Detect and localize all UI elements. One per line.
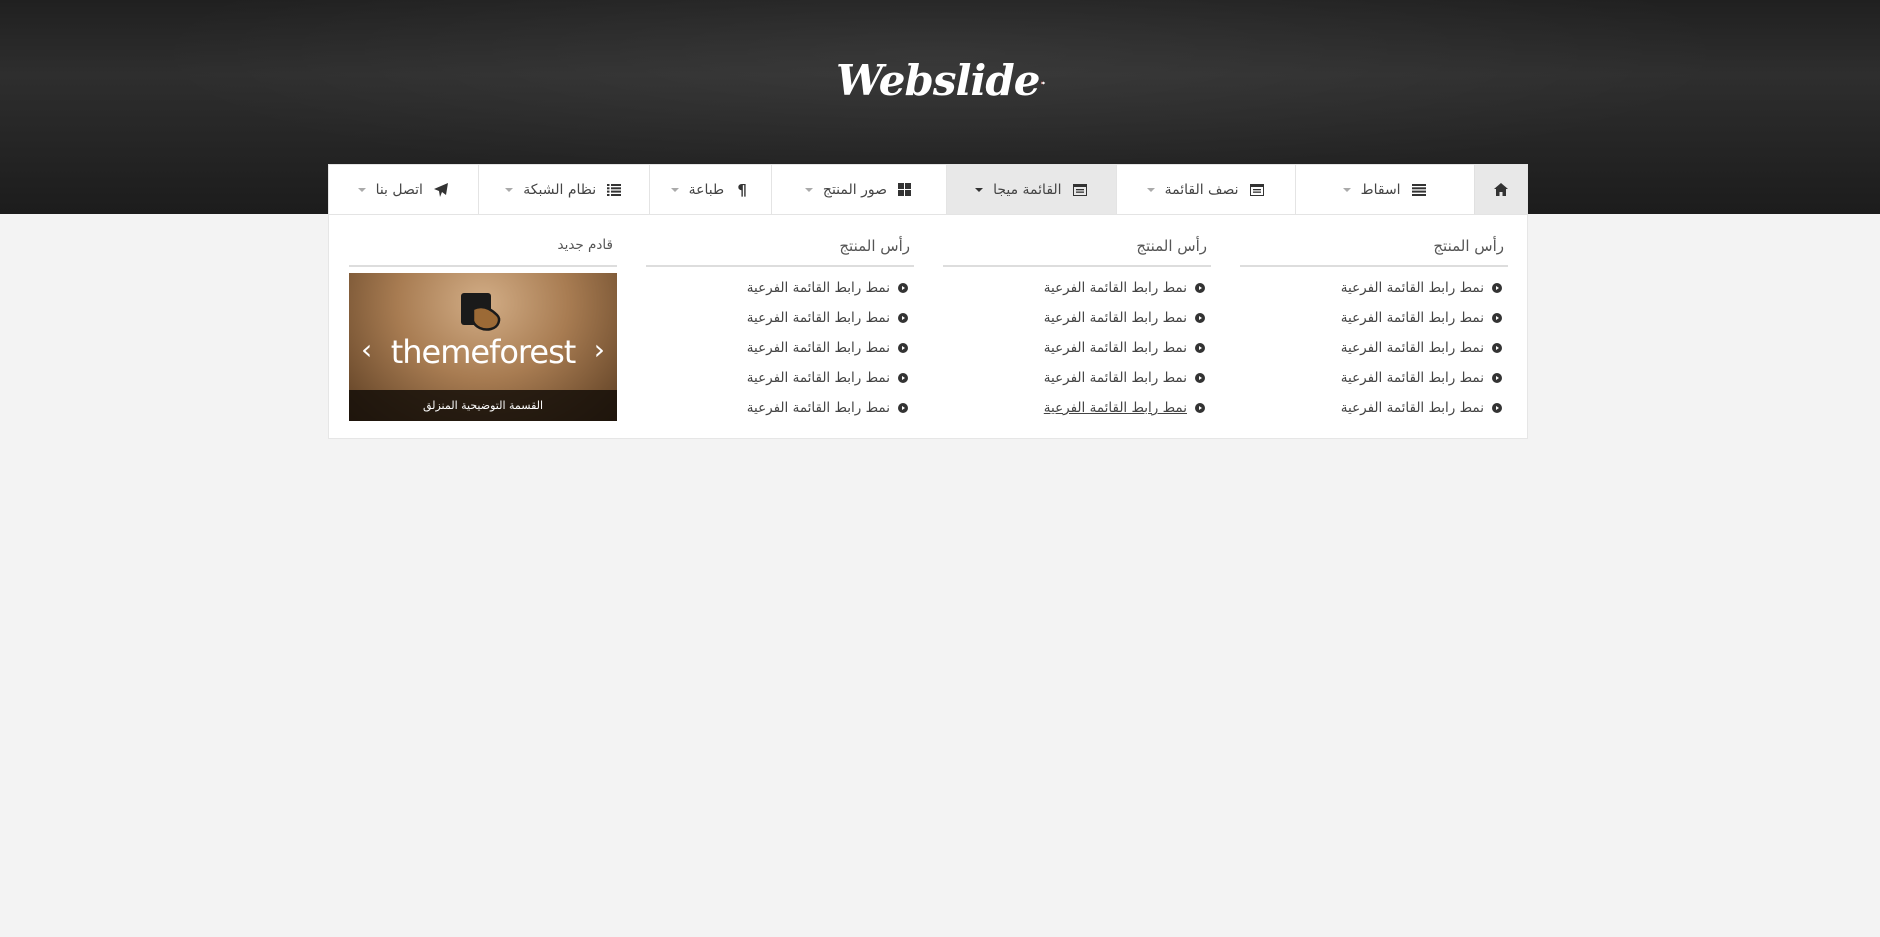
arrow-circle-icon xyxy=(1492,343,1502,353)
chevron-down-icon xyxy=(1146,187,1155,192)
mega-column: رأس المنتج نمط رابط القائمة الفرعية نمط … xyxy=(1240,237,1508,423)
arrow-circle-icon xyxy=(898,283,908,293)
column-title: رأس المنتج xyxy=(646,237,914,267)
submenu-link[interactable]: نمط رابط القائمة الفرعية xyxy=(943,363,1211,393)
submenu-link-text: نمط رابط القائمة الفرعية xyxy=(1340,400,1484,416)
mega-menu-panel: رأس المنتج نمط رابط القائمة الفرعية نمط … xyxy=(328,215,1528,439)
chevron-down-icon xyxy=(505,187,514,192)
submenu-link-text: نمط رابط القائمة الفرعية xyxy=(1043,280,1187,296)
submenu-link[interactable]: نمط رابط القائمة الفرعية xyxy=(1240,363,1508,393)
featured-banner-slider[interactable]: themeforest ‹ › القسمة التوضيحية المنزلق xyxy=(349,273,617,421)
arrow-circle-icon xyxy=(1195,373,1205,383)
submenu-link-text: نمط رابط القائمة الفرعية xyxy=(746,340,890,356)
brand-logo[interactable]: Webslide xyxy=(836,50,1046,110)
slider-caption: القسمة التوضيحية المنزلق xyxy=(349,390,617,421)
menu-label-half-menu: نصف القائمة xyxy=(1164,181,1239,198)
logo-arrow-icon xyxy=(1041,81,1046,85)
submenu-link[interactable]: نمط رابط القائمة الفرعية xyxy=(646,363,914,393)
menu-label-contact: اتصل بنا xyxy=(375,181,423,198)
arrow-circle-icon xyxy=(1492,403,1502,413)
arrow-circle-icon xyxy=(1492,283,1502,293)
submenu-link-text: نمط رابط القائمة الفرعية xyxy=(746,400,890,416)
arrow-circle-icon xyxy=(898,343,908,353)
submenu-link-text: نمط رابط القائمة الفرعية xyxy=(1043,340,1187,356)
submenu-link[interactable]: نمط رابط القائمة الفرعية xyxy=(646,333,914,363)
submenu-link-text: نمط رابط القائمة الفرعية xyxy=(1340,340,1484,356)
submenu-link[interactable]: نمط رابط القائمة الفرعية xyxy=(943,333,1211,363)
submenu-link[interactable]: نمط رابط القائمة الفرعية xyxy=(646,303,914,333)
mega-column: رأس المنتج نمط رابط القائمة الفرعية نمط … xyxy=(943,237,1211,423)
column-title: رأس المنتج xyxy=(1240,237,1508,267)
submenu-link[interactable]: نمط رابط القائمة الفرعية xyxy=(646,393,914,423)
submenu-link-text: نمط رابط القائمة الفرعية xyxy=(746,280,890,296)
submenu-link-text: نمط رابط القائمة الفرعية xyxy=(1043,310,1187,326)
arrow-circle-icon xyxy=(898,403,908,413)
submenu-link[interactable]: نمط رابط القائمة الفرعية xyxy=(943,303,1211,333)
paragraph-icon: ¶ xyxy=(737,180,747,199)
submenu-link[interactable]: نمط رابط القائمة الفرعية xyxy=(943,273,1211,303)
arrow-circle-icon xyxy=(898,373,908,383)
arrow-circle-icon xyxy=(1195,313,1205,323)
chevron-down-icon xyxy=(670,187,679,192)
menu-label-grid-system: نظام الشبكة xyxy=(523,181,597,198)
menu-item-grid-system[interactable]: نظام الشبكة xyxy=(477,165,649,214)
arrow-circle-icon xyxy=(1492,313,1502,323)
featured-title: قادم جديد xyxy=(349,237,617,267)
chevron-down-icon xyxy=(1342,187,1351,192)
arrow-circle-icon xyxy=(1195,403,1205,413)
submenu-link[interactable]: نمط رابط القائمة الفرعية xyxy=(1240,273,1508,303)
submenu-link[interactable]: نمط رابط القائمة الفرعية xyxy=(1240,303,1508,333)
menu-item-typography[interactable]: ¶ طباعة xyxy=(648,165,771,214)
chevron-down-icon xyxy=(804,187,813,192)
submenu-link-text: نمط رابط القائمة الفرعية xyxy=(1043,400,1187,416)
submenu-link[interactable]: نمط رابط القائمة الفرعية xyxy=(1240,333,1508,363)
menu-item-home[interactable] xyxy=(1473,165,1527,214)
banner-brand-text: themeforest xyxy=(390,333,577,371)
chevron-left-icon[interactable]: ‹ xyxy=(361,333,372,366)
menu-item-mega-menu[interactable]: القائمة ميجا xyxy=(946,165,1116,214)
menu-label-product-images: صور المنتج xyxy=(822,181,887,198)
featured-column: قادم جديد themeforest ‹ › القسمة التوضيح… xyxy=(349,237,617,421)
arrow-circle-icon xyxy=(898,313,908,323)
submenu-link-text: نمط رابط القائمة الفرعية xyxy=(1043,370,1187,386)
mega-column: رأس المنتج نمط رابط القائمة الفرعية نمط … xyxy=(646,237,914,423)
main-menu: اسقاط نصف القائمة القائمة ميجا صور المنت… xyxy=(328,164,1528,215)
list-ul-icon xyxy=(606,182,622,198)
submenu-link-text: نمط رابط القائمة الفرعية xyxy=(746,370,890,386)
arrow-circle-icon xyxy=(1195,343,1205,353)
submenu-link-text: نمط رابط القائمة الفرعية xyxy=(1340,280,1484,296)
menu-label-mega-menu: القائمة ميجا xyxy=(993,181,1062,198)
menu-item-half-menu[interactable]: نصف القائمة xyxy=(1115,165,1295,214)
submenu-link-text: نمط رابط القائمة الفرعية xyxy=(746,310,890,326)
chevron-down-icon xyxy=(975,187,984,192)
menu-item-dropdown[interactable]: اسقاط xyxy=(1294,165,1474,214)
submenu-link-text: نمط رابط القائمة الفرعية xyxy=(1340,310,1484,326)
chevron-down-icon xyxy=(357,187,366,192)
window-icon xyxy=(1249,182,1265,198)
column-title: رأس المنتج xyxy=(943,237,1211,267)
menu-item-contact[interactable]: اتصل بنا xyxy=(329,165,478,214)
home-icon xyxy=(1493,182,1509,198)
submenu-link[interactable]: نمط رابط القائمة الفرعية xyxy=(1240,393,1508,423)
chevron-right-icon[interactable]: › xyxy=(594,333,605,366)
submenu-link[interactable]: نمط رابط القائمة الفرعية xyxy=(646,273,914,303)
list-icon xyxy=(1411,182,1427,198)
menu-item-product-images[interactable]: صور المنتج xyxy=(770,165,946,214)
logo-text: Webslide xyxy=(836,55,1040,105)
arrow-circle-icon xyxy=(1195,283,1205,293)
paper-plane-icon xyxy=(433,182,449,198)
submenu-link[interactable]: نمط رابط القائمة الفرعية xyxy=(943,393,1211,423)
themeforest-logo-icon xyxy=(461,293,501,331)
menu-label-typography: طباعة xyxy=(688,181,725,198)
arrow-circle-icon xyxy=(1492,373,1502,383)
window-icon xyxy=(1072,182,1088,198)
grid-icon xyxy=(897,182,913,198)
menu-label-dropdown: اسقاط xyxy=(1360,181,1401,198)
submenu-link-text: نمط رابط القائمة الفرعية xyxy=(1340,370,1484,386)
